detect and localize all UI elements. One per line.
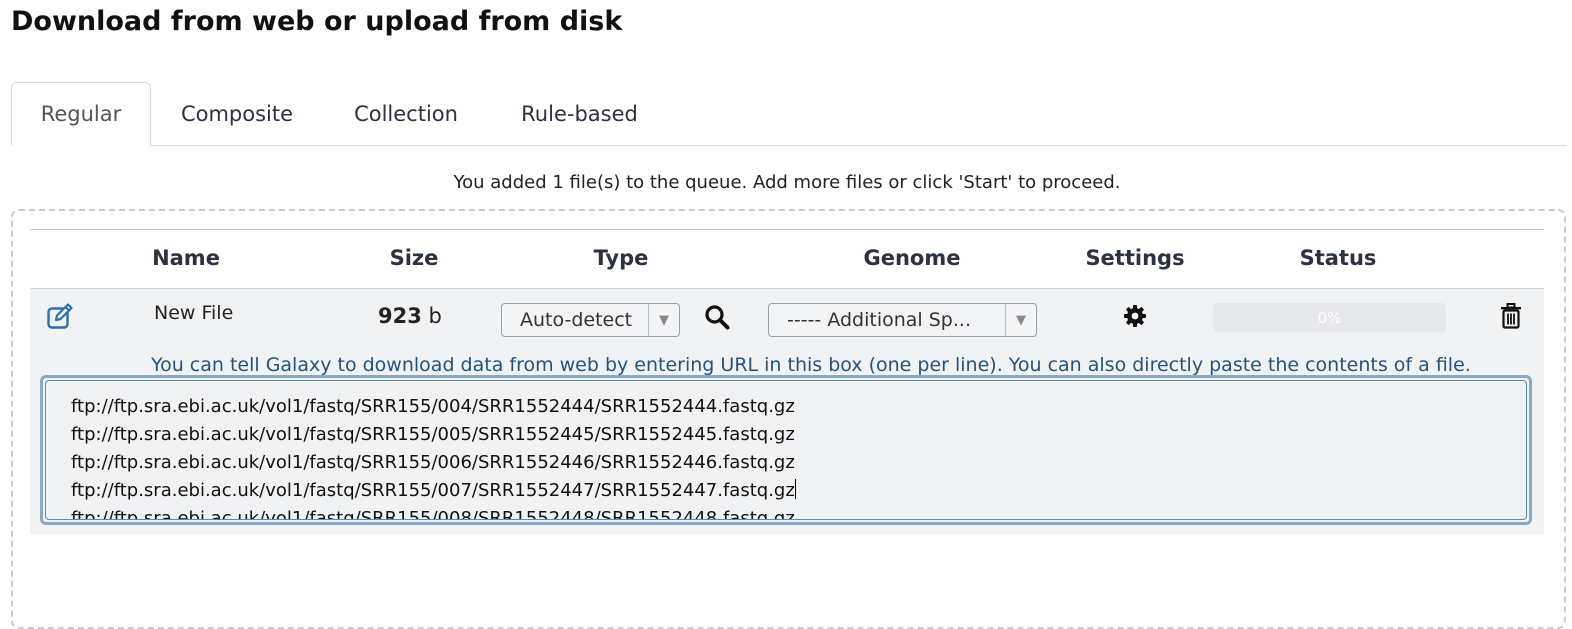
url-line: ftp://ftp.sra.ebi.ac.uk/vol1/fastq/SRR15… (71, 424, 795, 445)
chevron-down-icon: ▼ (648, 304, 679, 336)
tab-composite[interactable]: Composite (167, 82, 307, 146)
tab-rule-based[interactable]: Rule-based (507, 82, 652, 146)
gear-icon[interactable] (1123, 304, 1147, 328)
header-type: Type (593, 246, 649, 270)
url-line: ftp://ftp.sra.ebi.ac.uk/vol1/fastq/SRR15… (71, 508, 795, 520)
file-size-value: 923 (378, 304, 422, 328)
trash-icon[interactable] (1500, 303, 1522, 329)
file-size: 923 b (378, 304, 442, 328)
header-status: Status (1299, 246, 1377, 270)
header-name: Name (152, 246, 220, 270)
url-line: ftp://ftp.sra.ebi.ac.uk/vol1/fastq/SRR15… (71, 452, 795, 473)
file-size-unit: b (428, 304, 442, 328)
upload-progress-bar: 0% (1213, 303, 1446, 332)
header-settings: Settings (1085, 246, 1185, 270)
url-line-current: ftp://ftp.sra.ebi.ac.uk/vol1/fastq/SRR15… (71, 477, 1526, 505)
file-name: New File (154, 302, 234, 324)
upload-tabs: Regular Composite Collection Rule-based (11, 82, 1567, 146)
url-line-text: ftp://ftp.sra.ebi.ac.uk/vol1/fastq/SRR15… (71, 480, 795, 501)
search-icon[interactable] (704, 304, 730, 330)
tab-regular[interactable]: Regular (11, 82, 151, 146)
type-select-value: Auto-detect (520, 309, 633, 331)
url-line: ftp://ftp.sra.ebi.ac.uk/vol1/fastq/SRR15… (71, 396, 795, 417)
page-title: Download from web or upload from disk (11, 6, 623, 37)
edit-icon[interactable] (46, 302, 74, 330)
queue-message: You added 1 file(s) to the queue. Add mo… (453, 172, 1121, 193)
paste-hint: You can tell Galaxy to download data fro… (151, 354, 1471, 376)
upload-progress-label: 0% (1317, 308, 1342, 327)
url-paste-content: ftp://ftp.sra.ebi.ac.uk/vol1/fastq/SRR15… (45, 380, 1527, 520)
type-select[interactable]: Auto-detect ▼ (501, 303, 680, 337)
genome-select[interactable]: ----- Additional Sp... ▼ (768, 303, 1037, 337)
tab-collection[interactable]: Collection (341, 82, 471, 146)
header-genome: Genome (863, 246, 961, 270)
text-caret (794, 479, 796, 499)
header-size: Size (389, 246, 439, 270)
chevron-down-icon: ▼ (1005, 304, 1036, 336)
table-divider (30, 229, 1544, 230)
genome-select-value: ----- Additional Sp... (787, 309, 971, 331)
url-paste-textarea[interactable]: ftp://ftp.sra.ebi.ac.uk/vol1/fastq/SRR15… (40, 375, 1532, 525)
